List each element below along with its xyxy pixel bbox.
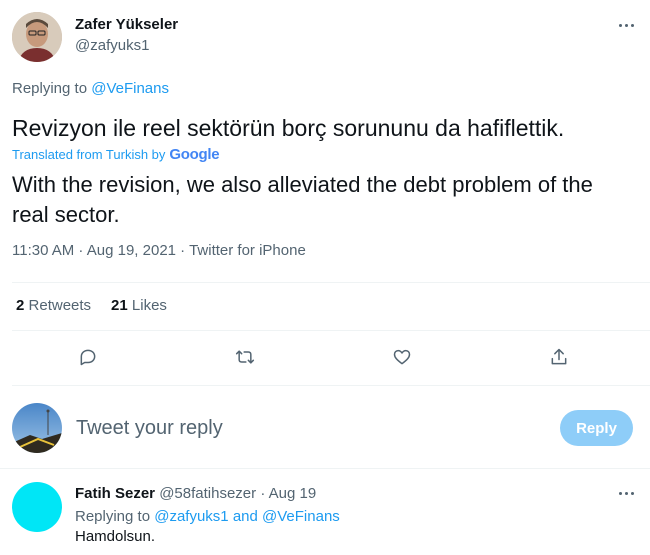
author-avatar[interactable] [12,12,62,62]
reply-author-handle[interactable]: @58fatihsezer [159,485,256,502]
likes-count: 21 [111,297,128,314]
google-logo: Google [169,146,220,163]
likes-stat[interactable]: 21 Likes [111,297,167,314]
likes-label: Likes [131,297,167,314]
share-action[interactable] [542,340,576,374]
retweets-count: 2 [16,297,25,314]
reply-and-word: and [232,508,258,525]
translation-attribution[interactable]: Translated from Turkish by Google [12,146,220,163]
reply-button[interactable]: Reply [560,410,633,446]
divider [12,385,650,386]
translated-label: Translated from Turkish by [12,147,166,162]
more-icon[interactable] [619,492,634,495]
user-avatar[interactable] [12,403,62,453]
retweets-label: Retweets [28,297,92,314]
like-icon [393,349,411,365]
reply-author-name[interactable]: Fatih Sezer [75,485,155,502]
replying-to-link[interactable]: @VeFinans [91,80,169,97]
divider [12,282,650,283]
reply-date[interactable]: · Aug 19 [260,485,316,502]
reply-action[interactable] [71,340,105,374]
tweet-meta[interactable]: 11:30 AM · Aug 19, 2021 · Twitter for iP… [12,242,306,259]
engagement-stats: 2 Retweets 21 Likes [16,297,167,314]
more-icon[interactable] [619,24,634,27]
reply-text: Hamdolsun. [75,528,156,545]
reply-icon [80,349,96,366]
reply-header: Fatih Sezer @58fatihsezer · Aug 19 [75,485,316,502]
like-action[interactable] [385,340,419,374]
reply-replying-to-line: Replying to @zafyuks1 and @VeFinans [75,508,340,525]
reply-replying-link-2[interactable]: @VeFinans [262,508,340,525]
tweet-translation: With the revision, we also alleviated th… [12,172,593,227]
author-name[interactable]: Zafer Yükseler [75,16,178,33]
share-icon [551,348,567,365]
reply-replying-prefix: Replying to [75,508,151,525]
retweet-action[interactable] [228,340,262,374]
reply-author-avatar[interactable] [12,482,62,532]
tweet-text: Revizyon ile reel sektörün borç sorununu… [12,115,565,141]
reply-input[interactable]: Tweet your reply [76,417,223,440]
replying-to-prefix: Replying to [12,80,88,97]
reply-replying-link-1[interactable]: @zafyuks1 [154,508,228,525]
retweet-icon [235,350,255,364]
retweets-stat[interactable]: 2 Retweets [16,297,91,314]
divider [12,330,650,331]
replying-to-line: Replying to @VeFinans [12,80,169,97]
divider [0,468,650,469]
author-handle[interactable]: @zafyuks1 [75,37,149,54]
